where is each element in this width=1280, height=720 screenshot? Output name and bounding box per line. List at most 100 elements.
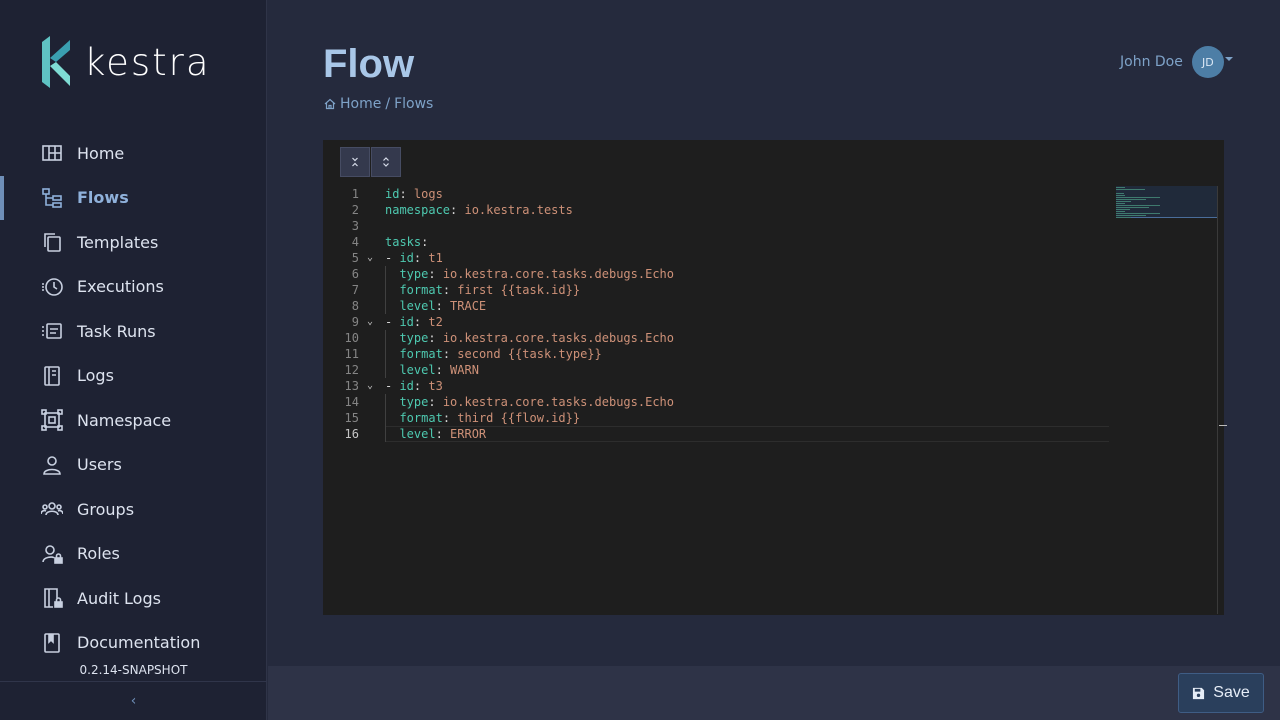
home-icon bbox=[324, 98, 336, 110]
sidebar-item-label: Groups bbox=[77, 499, 135, 519]
code-text: - id: t2 bbox=[385, 315, 443, 329]
sidebar-item-label: Home bbox=[77, 143, 125, 163]
code-text: type: io.kestra.core.tasks.debugs.Echo bbox=[385, 266, 674, 282]
code-line[interactable]: 2 namespace: io.kestra.tests bbox=[323, 202, 1113, 218]
sidebar-item-flows[interactable]: Flows bbox=[0, 175, 267, 221]
line-number: 14 bbox=[344, 395, 359, 409]
code-text: tasks: bbox=[385, 235, 436, 249]
breadcrumb-current[interactable]: Flows bbox=[394, 96, 433, 112]
sidebar-collapse-button[interactable]: ‹ bbox=[0, 681, 267, 720]
sidebar-item-documentation[interactable]: Documentation bbox=[0, 621, 267, 666]
code-line[interactable]: 8 level: TRACE bbox=[323, 298, 1113, 314]
line-number: 10 bbox=[344, 331, 359, 345]
yaml-value: t2 bbox=[428, 315, 443, 329]
sidebar-item-logs[interactable]: Logs bbox=[0, 354, 267, 399]
line-number: 5 bbox=[351, 251, 359, 265]
code-text: - id: t3 bbox=[385, 379, 443, 393]
sidebar-item-roles[interactable]: Roles bbox=[0, 532, 267, 577]
code-indent: - bbox=[385, 315, 400, 329]
code-line[interactable]: 14 type: io.kestra.core.tasks.debugs.Ech… bbox=[323, 394, 1113, 410]
avatar: JD bbox=[1191, 46, 1224, 78]
save-button-label: Save bbox=[1213, 684, 1250, 701]
sidebar-item-home[interactable]: Home bbox=[0, 131, 267, 176]
breadcrumb-home-link[interactable]: Home bbox=[340, 96, 381, 112]
code-line[interactable]: 7 format: first {{task.id}} bbox=[323, 282, 1113, 298]
save-button[interactable]: Save bbox=[1178, 673, 1264, 713]
sidebar-item-templates[interactable]: Templates bbox=[0, 220, 267, 265]
code-text: level: WARN bbox=[385, 362, 479, 378]
yaml-key: namespace bbox=[385, 203, 451, 217]
code-text: type: io.kestra.core.tasks.debugs.Echo bbox=[385, 394, 674, 410]
sidebar-item-label: Flows bbox=[77, 188, 129, 208]
code-line[interactable]: 15 format: third {{flow.id}} bbox=[323, 410, 1113, 426]
line-number: 12 bbox=[344, 363, 359, 377]
line-number: 8 bbox=[351, 299, 359, 313]
code-line[interactable]: 11 format: second {{task.type}} bbox=[323, 346, 1113, 362]
sidebar-item-executions[interactable]: Executions bbox=[0, 265, 267, 310]
kestra-logo[interactable]: kestra bbox=[42, 36, 211, 88]
user-menu[interactable]: John Doe JD bbox=[1120, 46, 1233, 78]
code-text: level: ERROR bbox=[385, 426, 486, 442]
yaml-value: logs bbox=[413, 187, 443, 201]
minimap-line bbox=[1116, 216, 1132, 218]
code-text: format: first {{task.id}} bbox=[385, 282, 580, 298]
yaml-key: format bbox=[399, 411, 443, 425]
yaml-key: level bbox=[399, 363, 436, 377]
code-line[interactable]: 4 tasks: bbox=[323, 234, 1113, 250]
code-text: type: io.kestra.core.tasks.debugs.Echo bbox=[385, 330, 674, 346]
yaml-value: io.kestra.core.tasks.debugs.Echo bbox=[442, 331, 674, 345]
yaml-value: WARN bbox=[450, 363, 479, 377]
sidebar-item-groups[interactable]: Groups bbox=[0, 487, 267, 532]
sidebar-item-audit-logs[interactable]: Audit Logs bbox=[0, 576, 267, 621]
page-title: Flow bbox=[323, 42, 415, 86]
templates-icon bbox=[41, 231, 63, 253]
sidebar-item-task-runs[interactable]: Task Runs bbox=[0, 309, 267, 354]
editor-minimap[interactable] bbox=[1116, 186, 1218, 218]
breadcrumb: Home / Flows bbox=[324, 96, 433, 112]
code-line[interactable]: 6 type: io.kestra.core.tasks.debugs.Echo bbox=[323, 266, 1113, 282]
code-line[interactable]: 16 level: ERROR bbox=[323, 426, 1113, 442]
yaml-key: type bbox=[399, 331, 429, 345]
fold-chevron-icon[interactable]: ⌄ bbox=[367, 250, 373, 266]
line-number: 9 bbox=[351, 315, 359, 329]
code-line[interactable]: 9 ⌄ - id: t2 bbox=[323, 314, 1113, 330]
yaml-value: second {{task.type}} bbox=[457, 347, 602, 361]
fold-chevron-icon[interactable]: ⌄ bbox=[367, 314, 373, 330]
yaml-key: level bbox=[399, 427, 436, 441]
sidebar-item-users[interactable]: Users bbox=[0, 443, 267, 488]
yaml-key: id bbox=[385, 187, 400, 201]
fold-chevron-icon[interactable]: ⌄ bbox=[367, 378, 373, 394]
flows-icon bbox=[41, 187, 63, 209]
collapse-all-button[interactable] bbox=[340, 147, 370, 177]
code-line[interactable]: 10 type: io.kestra.core.tasks.debugs.Ech… bbox=[323, 330, 1113, 346]
code-line[interactable]: 13 ⌄ - id: t3 bbox=[323, 378, 1113, 394]
code-line[interactable]: 5 ⌄ - id: t1 bbox=[323, 250, 1113, 266]
indent-guide bbox=[385, 330, 386, 378]
user-name: John Doe bbox=[1120, 54, 1183, 70]
code-text: - id: t1 bbox=[385, 251, 443, 265]
line-number: 11 bbox=[344, 347, 359, 361]
code-line[interactable]: 12 level: WARN bbox=[323, 362, 1113, 378]
code-lines[interactable]: 1 id: logs 2 namespace: io.kestra.tests 3 4 ta… bbox=[323, 186, 1113, 442]
collapse-all-icon bbox=[352, 157, 358, 167]
yaml-key: id bbox=[399, 315, 414, 329]
indent-guide bbox=[385, 394, 386, 442]
code-line[interactable]: 3 bbox=[323, 218, 1113, 234]
editor-scrollbar[interactable] bbox=[1217, 186, 1218, 614]
code-text: level: TRACE bbox=[385, 298, 486, 314]
sidebar-item-namespace[interactable]: Namespace bbox=[0, 398, 267, 443]
roles-icon bbox=[41, 543, 63, 565]
code-line[interactable]: 1 id: logs bbox=[323, 186, 1113, 202]
code-text: id: logs bbox=[385, 187, 443, 201]
yaml-value: io.kestra.tests bbox=[464, 203, 573, 217]
code-editor[interactable]: 1 id: logs 2 namespace: io.kestra.tests 3 4 ta… bbox=[323, 140, 1227, 615]
line-number: 6 bbox=[351, 267, 359, 281]
sidebar-item-label: Audit Logs bbox=[77, 588, 161, 608]
code-text: format: second {{task.type}} bbox=[385, 346, 602, 362]
expand-all-button[interactable] bbox=[371, 147, 401, 177]
code-text: format: third {{flow.id}} bbox=[385, 410, 580, 426]
